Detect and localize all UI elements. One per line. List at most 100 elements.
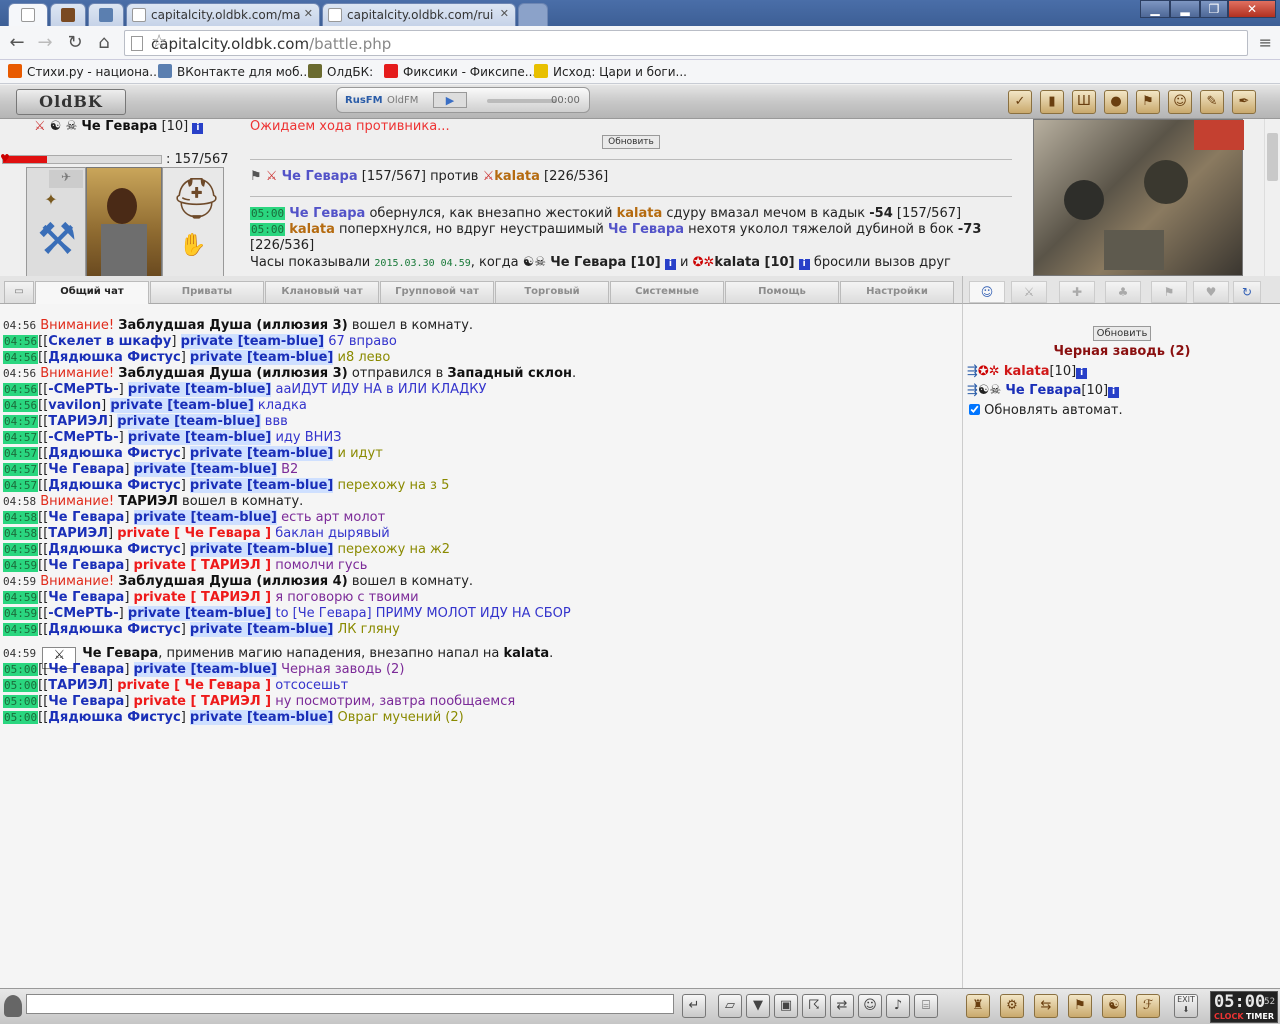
online-player-name[interactable]: kalata (1004, 364, 1050, 379)
bookmark-ishod[interactable]: Исход: Цари и боги... (534, 64, 687, 79)
versus-player2[interactable]: kalata (494, 169, 540, 184)
rusfm-label[interactable]: RusFM (345, 95, 383, 106)
exit-icon[interactable]: EXIT ⬇ (1174, 994, 1198, 1018)
chat-nick[interactable]: Скелет в шкафу (48, 334, 171, 349)
log-player[interactable]: Че Гевара [10] (550, 255, 661, 270)
back-icon[interactable]: ← (6, 32, 28, 53)
user-button[interactable]: ▂ (1170, 0, 1200, 18)
log-actor[interactable]: Че Гевара (289, 206, 365, 221)
oldfm-label[interactable]: OldFM (387, 95, 418, 106)
tab-trade[interactable]: Торговый (495, 281, 609, 303)
bookmark-oldbk[interactable]: ОлдБК: (308, 64, 373, 79)
private-tag[interactable]: private [team-blue] (189, 622, 334, 637)
log-target[interactable]: Че Гевара (608, 222, 684, 237)
monitor-icon[interactable]: ▣ (774, 994, 798, 1018)
chat-nick[interactable]: Дядюшка Фистус (48, 622, 180, 637)
flag-icon[interactable]: ⚑ (1068, 994, 1092, 1018)
yinyang-icon[interactable]: ☯ (1102, 994, 1126, 1018)
scrollbar-thumb[interactable] (1267, 133, 1278, 181)
bookmark-fixiki[interactable]: Фиксики - Фиксипе... (384, 64, 536, 79)
transfer-icon[interactable]: ⇆ (1034, 994, 1058, 1018)
private-tag[interactable]: private [ ТАРИЭЛ ] (134, 590, 272, 605)
chat-nick[interactable]: Че Гевара (48, 662, 124, 677)
browser-tab-vk[interactable] (88, 3, 124, 26)
reload-icon[interactable]: ↻ (64, 32, 86, 53)
chat-nick[interactable]: -СМеРТЬ- (48, 606, 118, 621)
menu-icon[interactable]: ≡ (1259, 33, 1272, 52)
private-tag[interactable]: private [team-blue] (117, 414, 261, 429)
auto-refresh-checkbox[interactable] (969, 404, 980, 415)
private-tag[interactable]: private [team-blue] (133, 510, 277, 525)
helmet-icon[interactable]: ⛑ (171, 170, 222, 228)
chat-nick[interactable]: Дядюшка Фистус (48, 710, 180, 725)
browser-tab-ruins[interactable]: capitalcity.oldbk.com/rui ✕ (322, 3, 516, 26)
info-icon[interactable]: i (1108, 387, 1120, 398)
versus-player1[interactable]: Че Гевара (282, 169, 358, 184)
tab-privates[interactable]: Приваты (150, 281, 264, 303)
log-actor[interactable]: kalata (289, 222, 335, 237)
gears-icon[interactable]: ⚙ (1000, 994, 1024, 1018)
private-tag[interactable]: private [team-blue] (189, 710, 334, 725)
private-tag[interactable]: private [team-blue] (189, 446, 334, 461)
close-icon[interactable]: ✕ (500, 7, 509, 20)
chat-player-name[interactable]: Заблудшая Душа (иллюзия 3) (118, 318, 347, 333)
chat-player-name[interactable]: ТАРИЭЛ (118, 494, 178, 509)
battle-refresh-button[interactable]: Обновить (602, 135, 660, 149)
private-tag[interactable]: private [team-blue] (133, 662, 277, 677)
private-tag[interactable]: private [team-blue] (127, 430, 272, 445)
tab-group-chat[interactable]: Групповой чат (380, 281, 494, 303)
hammer-icon[interactable]: ⚒ (29, 212, 85, 270)
private-tag[interactable]: private [ Че Гевара ] (117, 526, 271, 541)
chat-nick[interactable]: Дядюшка Фистус (48, 350, 180, 365)
log-target[interactable]: kalata (617, 206, 663, 221)
refresh-icon[interactable]: ↻ (1233, 281, 1261, 303)
translit-icon[interactable]: ⇄ (830, 994, 854, 1018)
chat-nick[interactable]: -СМеРТЬ- (48, 430, 118, 445)
info-icon[interactable]: i (192, 123, 204, 134)
flag-icon[interactable]: ⚑ (1151, 281, 1187, 303)
chat-nick[interactable]: ТАРИЭЛ (48, 678, 108, 693)
private-tag[interactable]: private [team-blue] (189, 350, 334, 365)
private-tag[interactable]: private [ ТАРИЭЛ ] (134, 694, 272, 709)
online-player-name[interactable]: Че Гевара (1005, 383, 1081, 398)
heart-icon[interactable]: ♥ (1193, 281, 1229, 303)
private-tag[interactable]: private [ Че Гевара ] (117, 678, 271, 693)
info-icon[interactable]: i (1076, 368, 1088, 379)
online-player[interactable]: ⇶☯☠ Че Гевара[10] i (967, 383, 1120, 398)
stats-icon[interactable]: ▮ (1040, 90, 1064, 114)
group-icon[interactable]: ♣ (1105, 281, 1141, 303)
maximize-button[interactable]: ❐ (1200, 0, 1228, 18)
player-name[interactable]: Че Гевара (81, 119, 157, 134)
wings-icon[interactable]: ✈ (49, 170, 83, 188)
chat-nick[interactable]: Че Гевара (48, 510, 124, 525)
gloves-icon[interactable]: ✋ (171, 230, 215, 262)
cross-icon[interactable]: ✚ (1059, 281, 1095, 303)
forum-icon[interactable]: ℱ (1136, 994, 1160, 1018)
users-icon[interactable]: ☺ (969, 281, 1005, 303)
info-icon[interactable]: i (798, 259, 810, 270)
private-tag[interactable]: private [team-blue] (133, 462, 277, 477)
chat-player-name[interactable]: Заблудшая Душа (иллюзия 3) (118, 366, 347, 381)
address-bar[interactable]: capitalcity.oldbk.com/battle.php ☆ (124, 30, 1248, 56)
chat-nick[interactable]: ТАРИЭЛ (48, 526, 108, 541)
tab-settings[interactable]: Настройки (840, 281, 954, 303)
speaker-icon[interactable] (4, 995, 22, 1017)
chat-player-name[interactable]: Че Гевара (82, 646, 158, 661)
play-icon[interactable]: ▶ (433, 92, 467, 108)
avatar[interactable] (86, 167, 162, 276)
log-player[interactable]: kalata [10] (714, 255, 794, 270)
walk-icon[interactable]: ☈ (802, 994, 826, 1018)
tab-general-chat[interactable]: Общий чат (35, 281, 149, 304)
chat-nick[interactable]: vavilon (48, 398, 101, 413)
bookmark-star-icon[interactable]: ☆ (151, 31, 1241, 52)
online-player[interactable]: ⇶✪✲ kalata[10] i (967, 364, 1088, 379)
smiley-icon[interactable]: ☺ (858, 994, 882, 1018)
chat-player-name[interactable]: Заблудшая Душа (иллюзия 4) (118, 574, 347, 589)
oldbk-logo[interactable]: OldBK (16, 89, 126, 115)
tape-icon[interactable]: ⌸ (914, 994, 938, 1018)
bookmark-vk[interactable]: ВКонтакте для моб... (158, 64, 311, 79)
eraser-icon[interactable]: ▱ (718, 994, 742, 1018)
home-icon[interactable]: ⌂ (93, 32, 115, 53)
new-tab-button[interactable] (518, 3, 548, 26)
browser-tab-map[interactable]: capitalcity.oldbk.com/ma ✕ (126, 3, 320, 26)
